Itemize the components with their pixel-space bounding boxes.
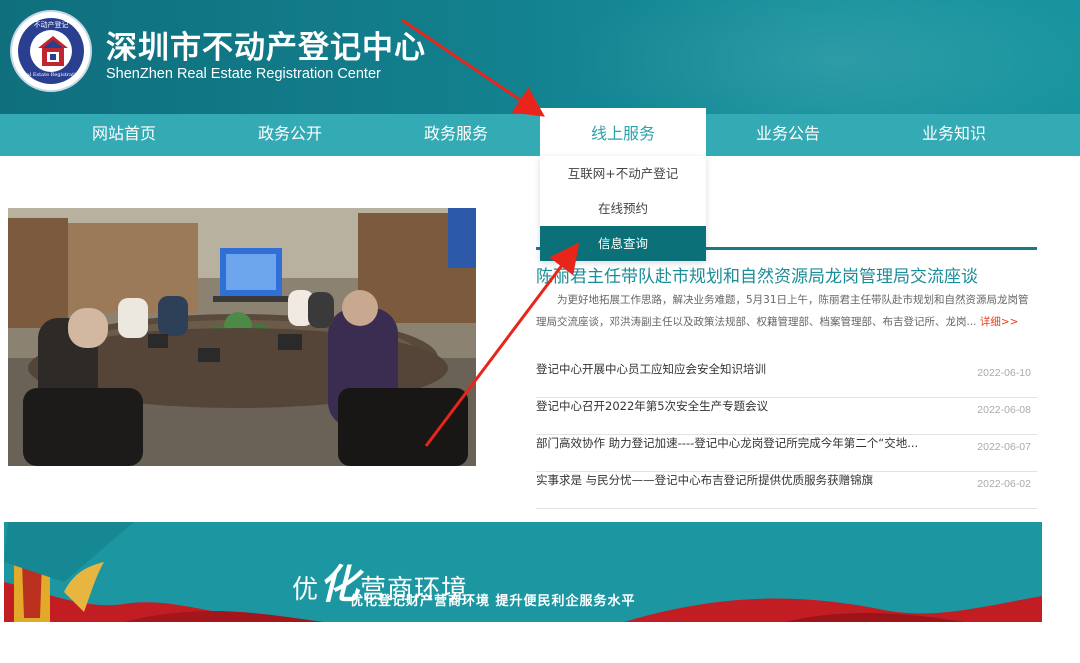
logo-top-text: 不动产登记: [33, 21, 69, 29]
more-link[interactable]: 详细>>: [980, 316, 1019, 328]
news-item[interactable]: 实事求是 与民分忧——登记中心布吉登记所提供优质服务获赠锦旗 2022-06-0…: [536, 472, 1037, 509]
site-title-en: ShenZhen Real Estate Registration Center: [106, 66, 381, 82]
header-glow: [560, 0, 1080, 114]
news-title[interactable]: 实事求是 与民分忧——登记中心布吉登记所提供优质服务获赠锦旗: [536, 472, 946, 488]
news-item[interactable]: 登记中心开展中心员工应知应会安全知识培训 2022-06-10: [536, 361, 1037, 398]
nav-item-announcements[interactable]: 业务公告: [705, 114, 871, 156]
logo-bottom-text: Real Estate Registration: [20, 72, 82, 78]
dropdown-item-online-appointment[interactable]: 在线预约: [540, 191, 706, 226]
logo-house-icon: [38, 36, 68, 66]
news-date: 2022-06-08: [977, 404, 1031, 416]
promo-banner[interactable]: 优化营商环境 优化登记财产营商环境 提升便民利企服务水平: [4, 522, 1042, 622]
meeting-room-image: [8, 208, 476, 466]
site-header: 不动产登记 Real Estate Registration 深圳市不动产登记中…: [0, 0, 1080, 114]
news-item[interactable]: 部门高效协作 助力登记加速----登记中心龙岗登记所完成今年第二个“交地... …: [536, 435, 1037, 472]
featured-headline[interactable]: 陈丽君主任带队赴市规划和自然资源局龙岗管理局交流座谈: [536, 262, 1056, 287]
featured-summary: 为更好地拓展工作思路，解决业务难题，5月31日上午，陈丽君主任带队赴市规划和自然…: [536, 289, 1034, 333]
banner-subtitle: 优化登记财产营商环境 提升便民利企服务水平: [350, 594, 636, 609]
news-title[interactable]: 部门高效协作 助力登记加速----登记中心龙岗登记所完成今年第二个“交地...: [536, 435, 946, 451]
main-nav: 网站首页 政务公开 政务服务 线上服务 业务公告 业务知识: [0, 108, 1080, 156]
site-title-cn[interactable]: 深圳市不动产登记中心: [106, 22, 426, 67]
nav-item-online-services[interactable]: 线上服务: [540, 108, 706, 156]
featured-summary-text: 为更好地拓展工作思路，解决业务难题，5月31日上午，陈丽君主任带队赴市规划和自然…: [536, 294, 1029, 328]
online-services-dropdown: 互联网+不动产登记 在线预约 信息查询: [540, 156, 706, 261]
news-date: 2022-06-10: [977, 367, 1031, 379]
banner-title-prefix: 优: [292, 575, 320, 605]
news-title[interactable]: 登记中心召开2022年第5次安全生产专题会议: [536, 398, 946, 414]
nav-item-knowledge[interactable]: 业务知识: [871, 114, 1037, 156]
news-date: 2022-06-07: [977, 441, 1031, 453]
site-logo[interactable]: 不动产登记 Real Estate Registration: [10, 10, 92, 92]
nav-item-government-affairs[interactable]: 政务公开: [207, 114, 373, 156]
news-date: 2022-06-02: [977, 478, 1031, 490]
news-item[interactable]: 登记中心召开2022年第5次安全生产专题会议 2022-06-08: [536, 398, 1037, 435]
nav-item-government-services[interactable]: 政务服务: [373, 114, 539, 156]
featured-photo[interactable]: [8, 208, 476, 466]
nav-item-home[interactable]: 网站首页: [41, 114, 207, 156]
dropdown-item-internet-registration[interactable]: 互联网+不动产登记: [540, 156, 706, 191]
news-title[interactable]: 登记中心开展中心员工应知应会安全知识培训: [536, 361, 946, 377]
dropdown-item-info-query[interactable]: 信息查询: [540, 226, 706, 261]
